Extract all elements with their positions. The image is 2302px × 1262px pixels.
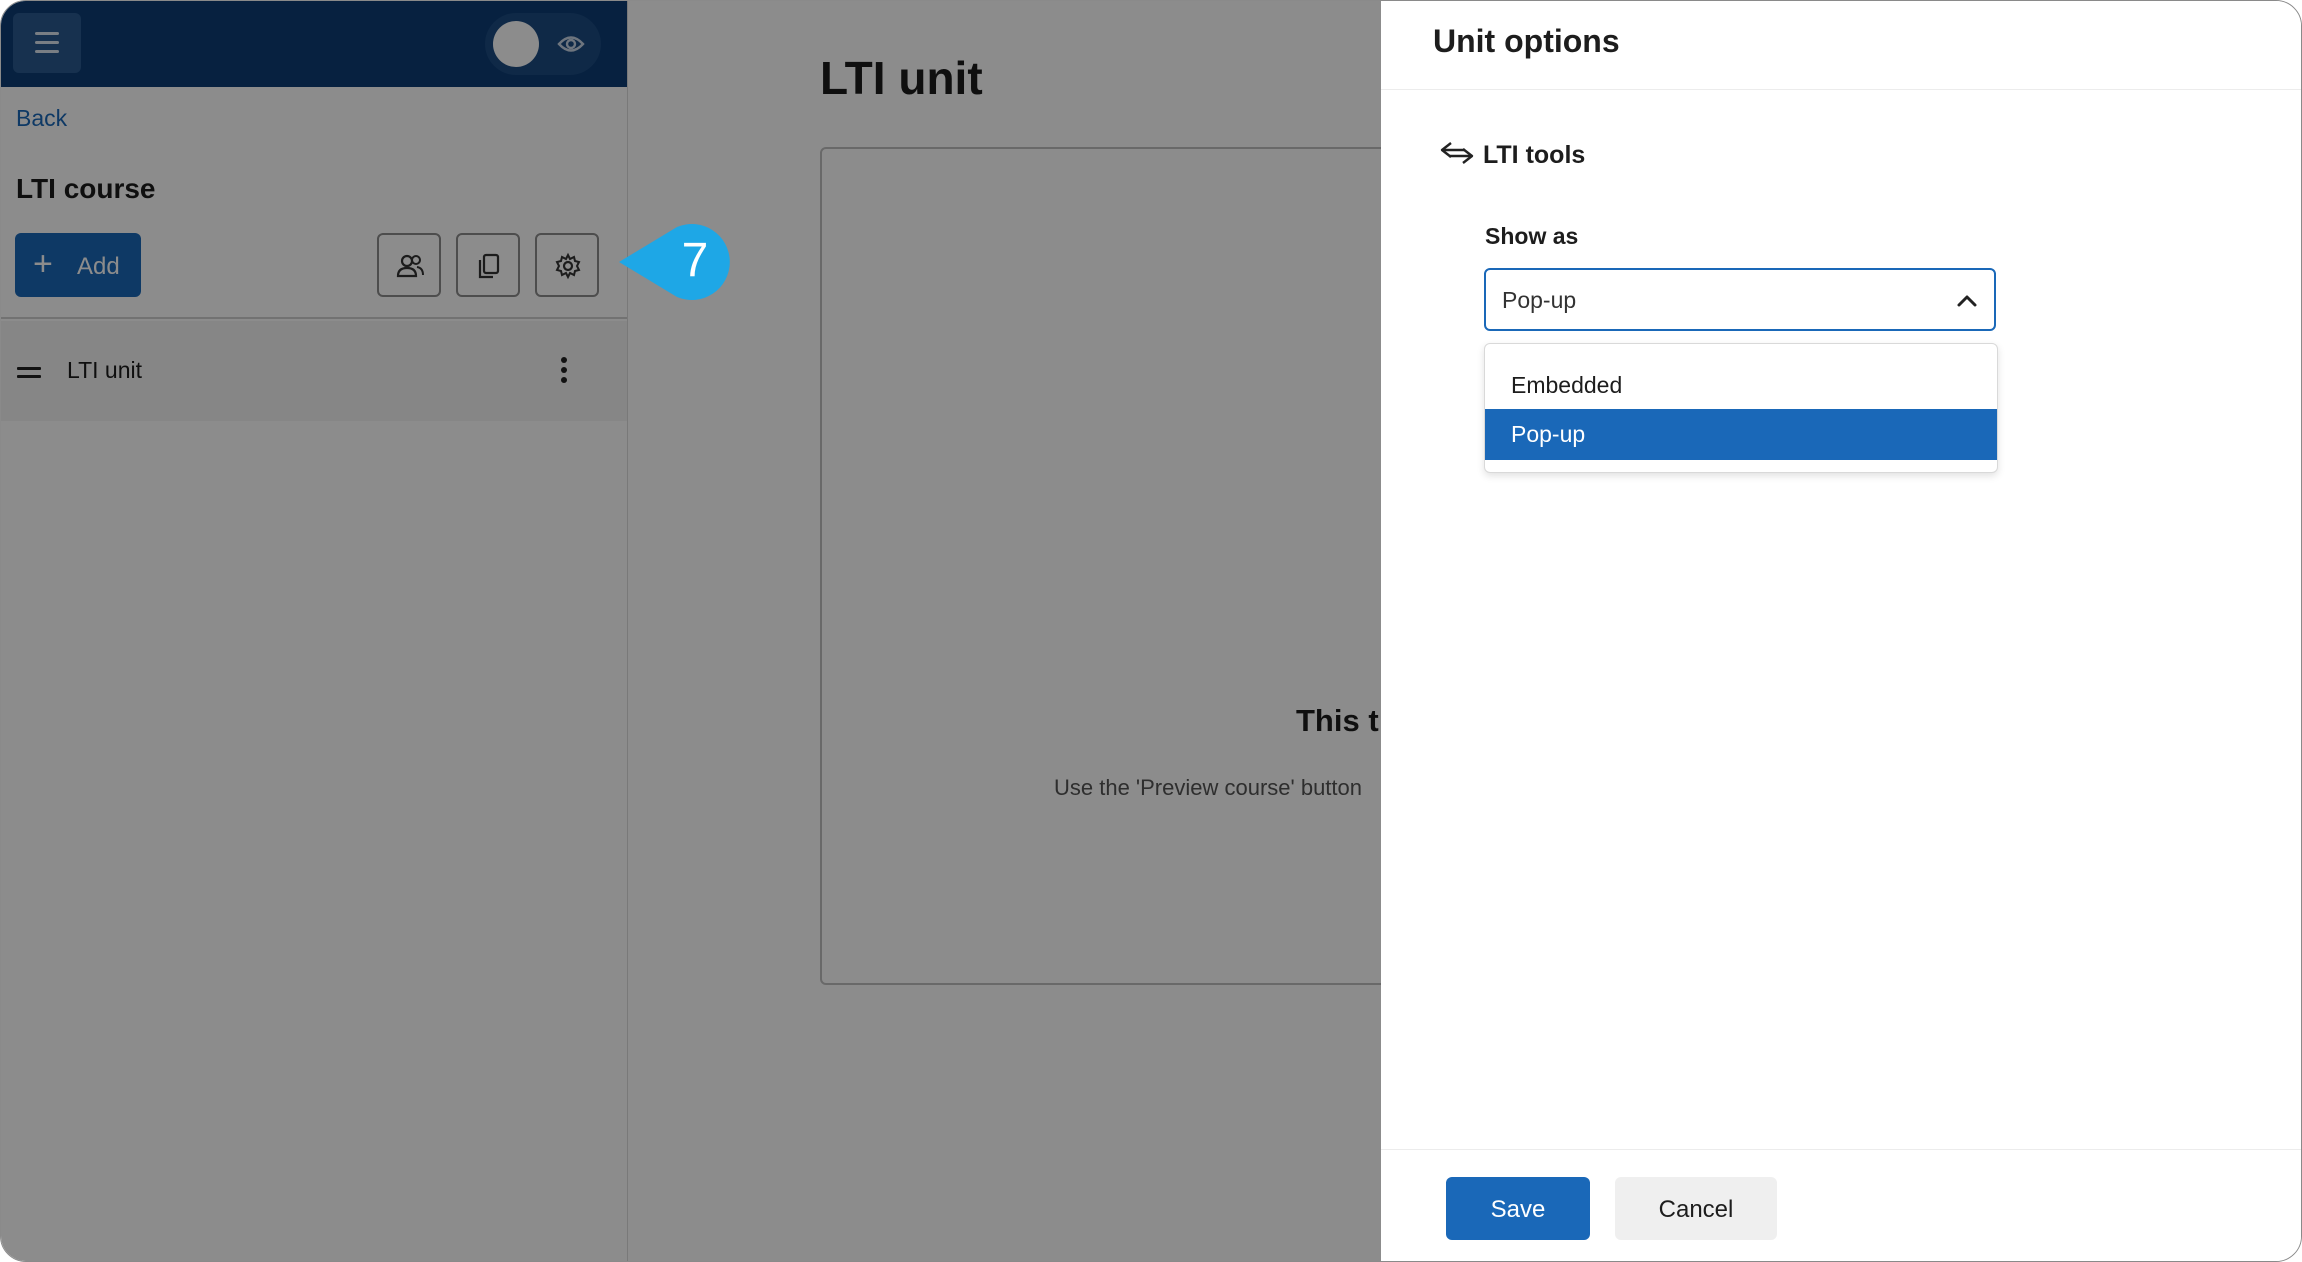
cancel-button[interactable]: Cancel: [1615, 1177, 1777, 1240]
show-as-options-list: Embedded Pop-up: [1484, 343, 1998, 473]
panel-footer-divider: [1381, 1149, 2301, 1150]
cancel-button-label: Cancel: [1658, 1196, 1734, 1223]
save-button[interactable]: Save: [1446, 1177, 1590, 1240]
option-label: Embedded: [1511, 372, 1623, 398]
link-icon: [1440, 142, 1474, 164]
option-label: Pop-up: [1511, 421, 1586, 447]
chevron-up-icon: [1957, 295, 1977, 307]
option-pop-up[interactable]: Pop-up: [1485, 409, 1997, 460]
step-callout-number: 7: [681, 234, 709, 287]
panel-title: Unit options: [1433, 23, 1620, 59]
modal-backdrop[interactable]: [1, 1, 1381, 1261]
section-title: LTI tools: [1483, 141, 1586, 169]
show-as-select[interactable]: Pop-up: [1484, 268, 1996, 331]
show-as-selected-value: Pop-up: [1502, 287, 1577, 313]
app-window: Back LTI course + Add LTI unit LTI unit …: [0, 0, 2302, 1262]
save-button-label: Save: [1490, 1196, 1546, 1223]
show-as-label: Show as: [1485, 223, 1579, 249]
panel-header-divider: [1381, 89, 2301, 90]
unit-options-panel: Unit options LTI tools Show as Pop-up Em…: [1381, 1, 2301, 1261]
option-embedded[interactable]: Embedded: [1485, 360, 1997, 411]
